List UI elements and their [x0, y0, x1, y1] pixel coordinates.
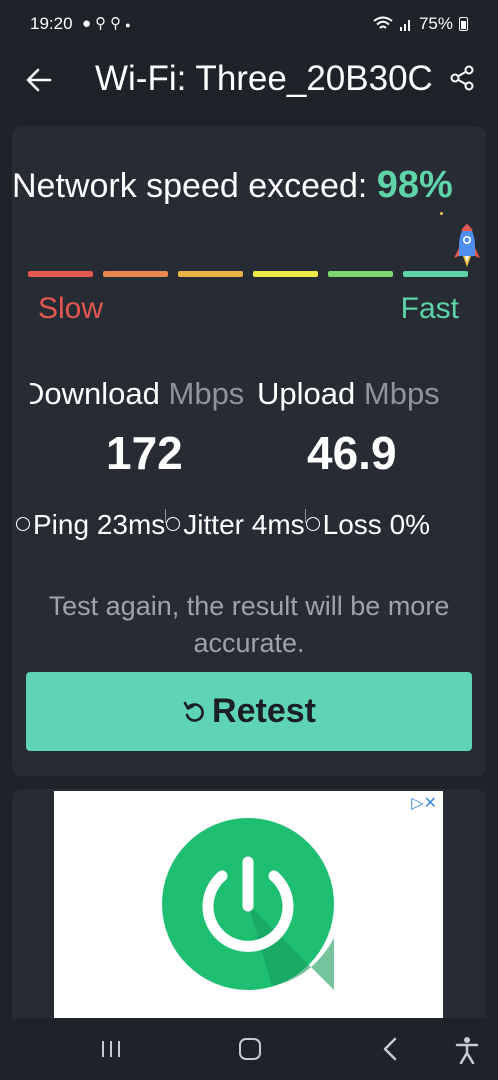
accessibility-icon[interactable]	[454, 1036, 480, 1064]
loss-stat: Loss 0%	[322, 509, 431, 540]
download-unit: Mbps	[168, 376, 245, 411]
share-icon[interactable]	[448, 64, 476, 92]
status-time: 19:20	[30, 14, 73, 33]
upload-header: Upload Mbps	[257, 376, 440, 412]
loss-icon	[305, 516, 320, 531]
retest-hint: Test again, the result will be more accu…	[48, 591, 450, 658]
download-label: Download	[30, 376, 160, 411]
meter-segment	[178, 271, 243, 277]
signal-icon	[399, 20, 410, 31]
ad-choices-icon[interactable]: ▷✕	[411, 793, 437, 813]
meter-segment	[253, 271, 318, 277]
meter-segment	[403, 271, 468, 277]
speed-headline: Network speed exceed: 98%	[12, 164, 486, 207]
download-header: Download Mbps	[30, 376, 255, 412]
meter-segment	[28, 271, 93, 277]
chat-icon: ●	[82, 15, 96, 32]
speed-result-card: Network speed exceed: 98% Slow Fast Down…	[12, 126, 486, 776]
dot-icon: ●	[125, 20, 135, 30]
speed-headline-label: Network speed exceed:	[12, 167, 368, 205]
home-icon[interactable]	[239, 1038, 261, 1060]
status-bar: 19:20 ●⚲⚲● 75%	[0, 0, 498, 52]
meter-segment	[103, 271, 168, 277]
download-value: 172	[106, 427, 183, 479]
ping-icon	[16, 516, 30, 531]
back-arrow-icon[interactable]	[22, 60, 56, 100]
jitter-stat: Jitter 4ms	[183, 509, 305, 540]
speed-percent: 98%	[376, 164, 453, 206]
battery-percent: 75%	[418, 14, 453, 33]
network-stats: Ping 23ms Jitter 4ms Loss 0%	[16, 509, 486, 541]
status-right: 75%	[373, 14, 468, 34]
battery-icon	[459, 17, 468, 31]
speed-meter	[28, 271, 482, 279]
nav-back-icon[interactable]	[380, 1036, 400, 1062]
meter-label-fast: Fast	[400, 292, 459, 325]
retest-label: Retest	[212, 692, 316, 730]
upload-label: Upload	[257, 376, 356, 411]
ping-stat: Ping 23ms	[33, 509, 166, 540]
upload-value: 46.9	[307, 427, 397, 479]
meter-segment	[328, 271, 393, 277]
ad-container: ▷✕	[12, 789, 486, 1018]
rocket-icon	[454, 224, 480, 267]
wifi-icon	[373, 16, 393, 29]
recents-icon[interactable]	[99, 1039, 123, 1059]
power-button-icon	[162, 818, 334, 990]
page-title: Wi-Fi: Three_20B30C	[95, 59, 433, 98]
sparkle-dot	[440, 212, 443, 215]
ad-banner[interactable]: ▷✕	[54, 791, 443, 1018]
app-bar: Wi-Fi: Three_20B30C	[0, 52, 498, 110]
location-icon: ⚲	[110, 15, 126, 32]
notification-icons: ●⚲⚲●	[82, 14, 135, 32]
refresh-icon	[183, 701, 204, 722]
retest-button[interactable]: Retest	[26, 672, 472, 751]
location-icon: ⚲	[95, 15, 111, 32]
system-nav-bar	[0, 1018, 498, 1080]
upload-unit: Mbps	[363, 376, 440, 411]
jitter-icon	[166, 516, 181, 531]
meter-label-slow: Slow	[38, 292, 104, 325]
